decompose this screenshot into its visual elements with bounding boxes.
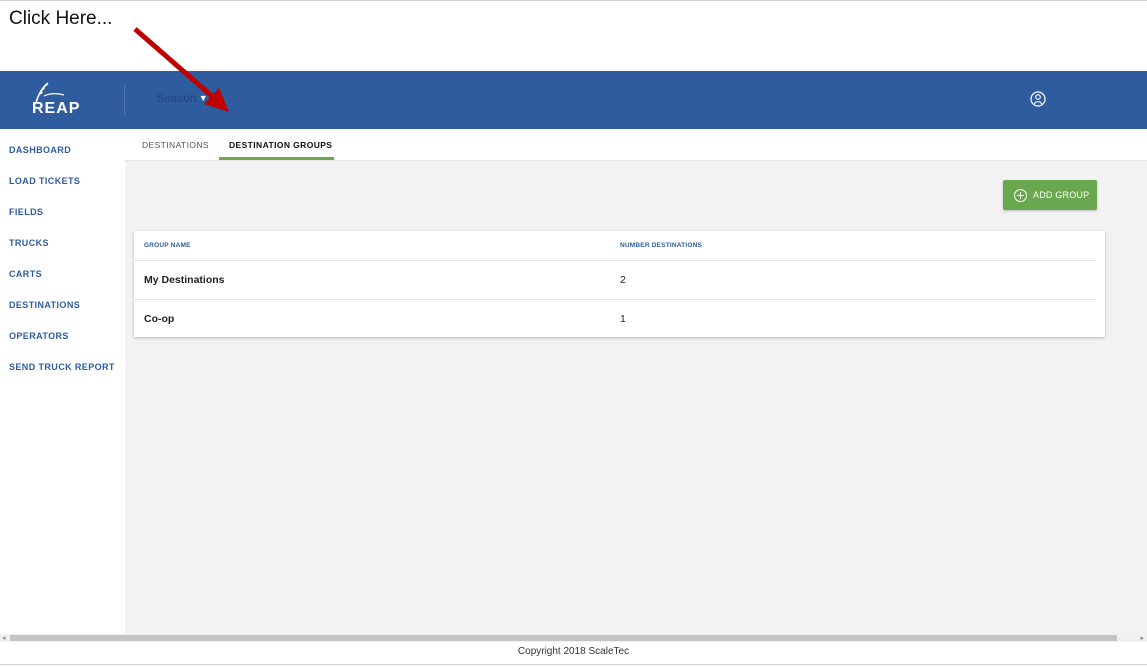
bottom-border (0, 664, 1147, 665)
sidebar-item-operators[interactable]: OPERATORS (9, 331, 69, 341)
reap-logo[interactable]: REAP (28, 81, 88, 121)
group-name-cell: Co-op (144, 313, 175, 325)
top-border (0, 0, 1147, 1)
table-row[interactable]: Co-op 1 (134, 299, 1096, 338)
add-group-label: ADD GROUP (1033, 190, 1090, 200)
footer-copyright: Copyright 2018 ScaleTec (517, 646, 630, 657)
sidebar-item-carts[interactable]: CARTS (9, 269, 42, 279)
scrollbar-thumb[interactable] (10, 635, 1117, 641)
destination-count-cell: 2 (620, 274, 626, 286)
app-header: REAP Season ▼ (0, 71, 1147, 129)
group-name-cell: My Destinations (144, 274, 225, 286)
add-group-button[interactable]: ADD GROUP (1003, 180, 1097, 210)
sidebar-item-dashboard[interactable]: DASHBOARD (9, 145, 71, 155)
sidebar-item-destinations[interactable]: DESTINATIONS (9, 300, 80, 310)
header-divider (124, 85, 125, 115)
active-tab-indicator (219, 157, 334, 160)
main-content: ADD GROUP GROUP NAME NUMBER DESTINATIONS… (125, 161, 1147, 634)
sidebar-item-trucks[interactable]: TRUCKS (9, 238, 49, 248)
column-header-number-destinations[interactable]: NUMBER DESTINATIONS (620, 242, 702, 249)
season-dropdown[interactable]: Season ▼ (156, 91, 208, 105)
column-header-group-name[interactable]: GROUP NAME (144, 242, 191, 249)
destination-count-cell: 1 (620, 313, 626, 325)
tab-destination-groups[interactable]: DESTINATION GROUPS (229, 140, 332, 150)
season-label: Season (156, 91, 197, 105)
tab-bar: DESTINATIONS DESTINATION GROUPS (125, 129, 1147, 161)
logo-text: REAP (32, 100, 81, 117)
table-row[interactable]: My Destinations 2 (134, 260, 1096, 299)
sidebar-nav: DASHBOARD LOAD TICKETS FIELDS TRUCKS CAR… (0, 129, 125, 634)
tab-destinations[interactable]: DESTINATIONS (142, 140, 209, 150)
instruction-caption: Click Here... (9, 8, 113, 29)
add-circle-icon (1014, 189, 1027, 202)
horizontal-scrollbar[interactable]: ◂ ▸ (0, 634, 1147, 642)
user-icon[interactable] (1030, 91, 1046, 107)
destination-groups-table: GROUP NAME NUMBER DESTINATIONS My Destin… (134, 231, 1105, 337)
sidebar-item-fields[interactable]: FIELDS (9, 207, 43, 217)
caret-down-icon: ▼ (198, 93, 208, 103)
sidebar-item-load-tickets[interactable]: LOAD TICKETS (9, 176, 80, 186)
scroll-left-arrow-icon[interactable]: ◂ (2, 634, 6, 642)
sidebar-item-send-truck-report[interactable]: SEND TRUCK REPORT (9, 362, 115, 372)
scroll-right-arrow-icon[interactable]: ▸ (1140, 634, 1144, 642)
